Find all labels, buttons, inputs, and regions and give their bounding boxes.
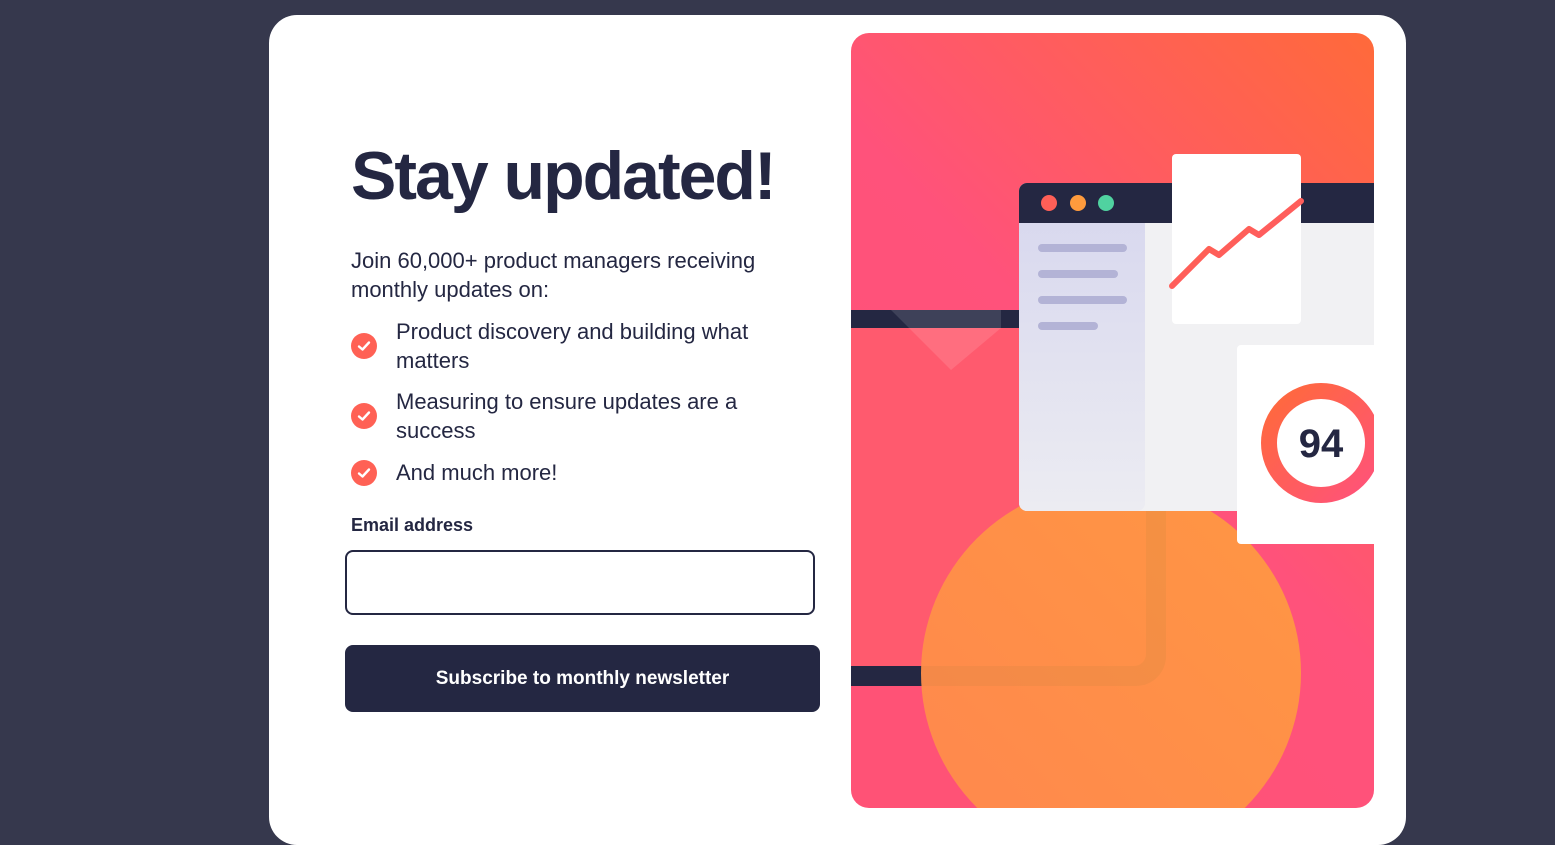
- feature-text: Measuring to ensure updates are a succes…: [396, 389, 738, 443]
- score-value: 94: [1299, 422, 1344, 466]
- check-icon: [351, 333, 377, 359]
- signup-card: Stay updated! Join 60,000+ product manag…: [269, 15, 1406, 845]
- page-title: Stay updated!: [351, 138, 777, 214]
- feature-text: And much more!: [396, 460, 558, 485]
- feature-text: Product discovery and building what matt…: [396, 319, 749, 373]
- check-icon: [351, 403, 377, 429]
- intro-text: Join 60,000+ product managers receiving …: [351, 248, 756, 302]
- hero-illustration: 94: [851, 33, 1374, 808]
- check-icon: [351, 460, 377, 486]
- dashboard-illustration: 94: [851, 33, 1374, 808]
- subscribe-button[interactable]: Subscribe to monthly newsletter: [345, 645, 820, 712]
- email-field[interactable]: [345, 550, 815, 615]
- email-label: Email address: [351, 515, 474, 535]
